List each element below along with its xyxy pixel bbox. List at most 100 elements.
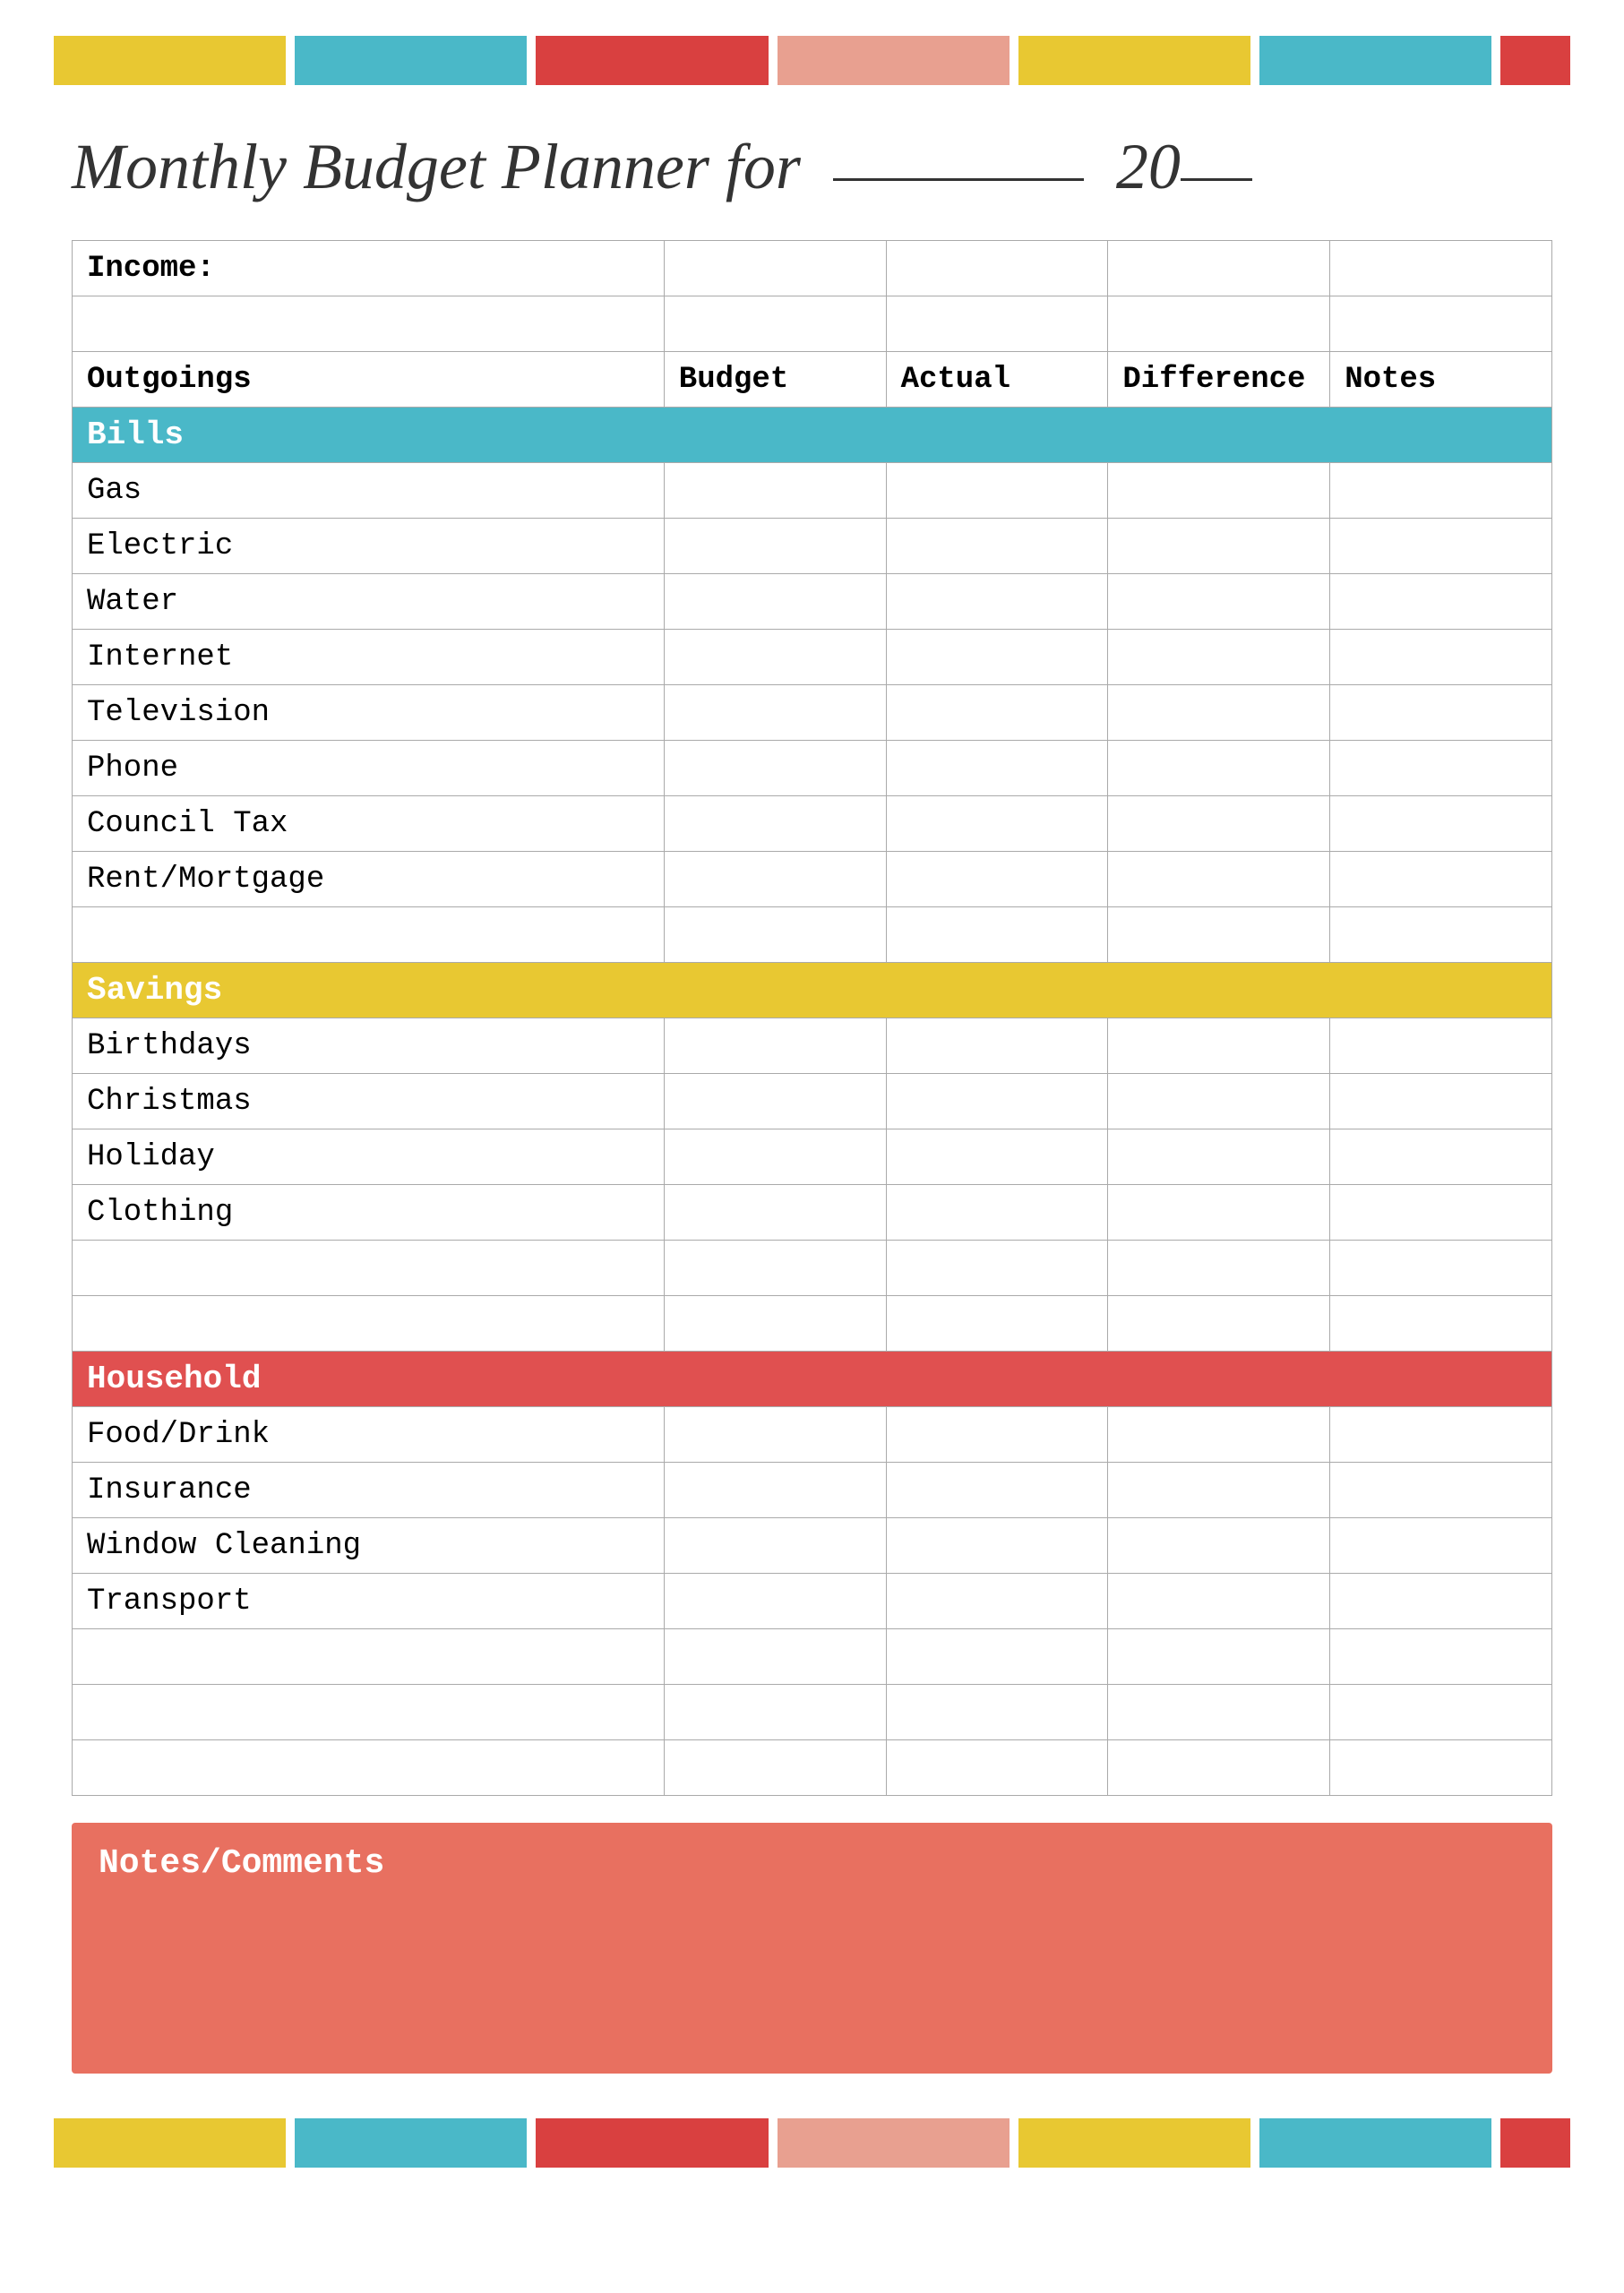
holiday-actual[interactable] — [886, 1129, 1108, 1185]
birthdays-notes[interactable] — [1330, 1018, 1552, 1074]
council-tax-notes[interactable] — [1330, 796, 1552, 852]
bills-category-row: Bills — [73, 408, 1552, 463]
food-drink-notes[interactable] — [1330, 1407, 1552, 1463]
internet-difference[interactable] — [1108, 630, 1330, 685]
birthdays-actual[interactable] — [886, 1018, 1108, 1074]
holiday-budget[interactable] — [664, 1129, 886, 1185]
insurance-label: Insurance — [73, 1463, 665, 1518]
holiday-notes[interactable] — [1330, 1129, 1552, 1185]
window-cleaning-actual[interactable] — [886, 1518, 1108, 1574]
phone-difference[interactable] — [1108, 741, 1330, 796]
income-difference — [1108, 241, 1330, 296]
rent-mortgage-budget[interactable] — [664, 852, 886, 907]
rent-mortgage-notes[interactable] — [1330, 852, 1552, 907]
budget-table: Income: Outgoings Budget Actual Differen… — [72, 240, 1552, 1796]
birthdays-row: Birthdays — [73, 1018, 1552, 1074]
phone-notes[interactable] — [1330, 741, 1552, 796]
insurance-budget[interactable] — [664, 1463, 886, 1518]
water-label: Water — [73, 574, 665, 630]
insurance-difference[interactable] — [1108, 1463, 1330, 1518]
rent-mortgage-label: Rent/Mortgage — [73, 852, 665, 907]
internet-budget[interactable] — [664, 630, 886, 685]
birthdays-budget[interactable] — [664, 1018, 886, 1074]
clothing-difference[interactable] — [1108, 1185, 1330, 1241]
rent-mortgage-actual[interactable] — [886, 852, 1108, 907]
holiday-label: Holiday — [73, 1129, 665, 1185]
television-budget[interactable] — [664, 685, 886, 741]
clothing-actual[interactable] — [886, 1185, 1108, 1241]
water-actual[interactable] — [886, 574, 1108, 630]
holiday-difference[interactable] — [1108, 1129, 1330, 1185]
internet-notes[interactable] — [1330, 630, 1552, 685]
outgoings-header-row: Outgoings Budget Actual Difference Notes — [73, 352, 1552, 408]
water-difference[interactable] — [1108, 574, 1330, 630]
window-cleaning-difference[interactable] — [1108, 1518, 1330, 1574]
transport-row: Transport — [73, 1574, 1552, 1629]
food-drink-difference[interactable] — [1108, 1407, 1330, 1463]
bar-salmon-1 — [778, 36, 1010, 85]
notes-section-title: Notes/Comments — [99, 1844, 1525, 1883]
spacer-row-4 — [73, 1296, 1552, 1352]
transport-notes[interactable] — [1330, 1574, 1552, 1629]
bottom-bar-salmon-1 — [778, 2118, 1010, 2168]
phone-budget[interactable] — [664, 741, 886, 796]
bottom-bar-teal-2 — [1259, 2118, 1491, 2168]
clothing-budget[interactable] — [664, 1185, 886, 1241]
electric-row: Electric — [73, 519, 1552, 574]
phone-actual[interactable] — [886, 741, 1108, 796]
gas-actual[interactable] — [886, 463, 1108, 519]
spacer-row-3 — [73, 1241, 1552, 1296]
income-row: Income: — [73, 241, 1552, 296]
clothing-notes[interactable] — [1330, 1185, 1552, 1241]
christmas-label: Christmas — [73, 1074, 665, 1129]
phone-row: Phone — [73, 741, 1552, 796]
television-row: Television — [73, 685, 1552, 741]
transport-budget[interactable] — [664, 1574, 886, 1629]
gas-notes[interactable] — [1330, 463, 1552, 519]
insurance-notes[interactable] — [1330, 1463, 1552, 1518]
internet-label: Internet — [73, 630, 665, 685]
christmas-budget[interactable] — [664, 1074, 886, 1129]
water-notes[interactable] — [1330, 574, 1552, 630]
top-color-bar — [54, 36, 1570, 85]
bottom-color-bar — [54, 2118, 1570, 2168]
budget-header: Budget — [664, 352, 886, 408]
transport-actual[interactable] — [886, 1574, 1108, 1629]
christmas-notes[interactable] — [1330, 1074, 1552, 1129]
council-tax-actual[interactable] — [886, 796, 1108, 852]
bar-yellow-2 — [1018, 36, 1250, 85]
gas-budget[interactable] — [664, 463, 886, 519]
bar-red-1 — [536, 36, 768, 85]
savings-label: Savings — [73, 963, 1552, 1018]
internet-actual[interactable] — [886, 630, 1108, 685]
food-drink-actual[interactable] — [886, 1407, 1108, 1463]
birthdays-difference[interactable] — [1108, 1018, 1330, 1074]
internet-row: Internet — [73, 630, 1552, 685]
bar-red-2 — [1500, 36, 1570, 85]
transport-difference[interactable] — [1108, 1574, 1330, 1629]
window-cleaning-budget[interactable] — [664, 1518, 886, 1574]
electric-budget[interactable] — [664, 519, 886, 574]
window-cleaning-notes[interactable] — [1330, 1518, 1552, 1574]
food-drink-budget[interactable] — [664, 1407, 886, 1463]
title-text-label: Monthly Budget Planner for — [72, 131, 801, 202]
gas-difference[interactable] — [1108, 463, 1330, 519]
electric-actual[interactable] — [886, 519, 1108, 574]
television-actual[interactable] — [886, 685, 1108, 741]
television-notes[interactable] — [1330, 685, 1552, 741]
bills-label: Bills — [73, 408, 1552, 463]
insurance-actual[interactable] — [886, 1463, 1108, 1518]
council-tax-difference[interactable] — [1108, 796, 1330, 852]
electric-difference[interactable] — [1108, 519, 1330, 574]
television-difference[interactable] — [1108, 685, 1330, 741]
title-section: Monthly Budget Planner for 20 — [54, 130, 1570, 204]
council-tax-budget[interactable] — [664, 796, 886, 852]
rent-mortgage-difference[interactable] — [1108, 852, 1330, 907]
christmas-difference[interactable] — [1108, 1074, 1330, 1129]
electric-notes[interactable] — [1330, 519, 1552, 574]
water-budget[interactable] — [664, 574, 886, 630]
christmas-actual[interactable] — [886, 1074, 1108, 1129]
council-tax-row: Council Tax — [73, 796, 1552, 852]
bottom-bar-yellow-1 — [54, 2118, 286, 2168]
outgoings-label: Outgoings — [73, 352, 665, 408]
